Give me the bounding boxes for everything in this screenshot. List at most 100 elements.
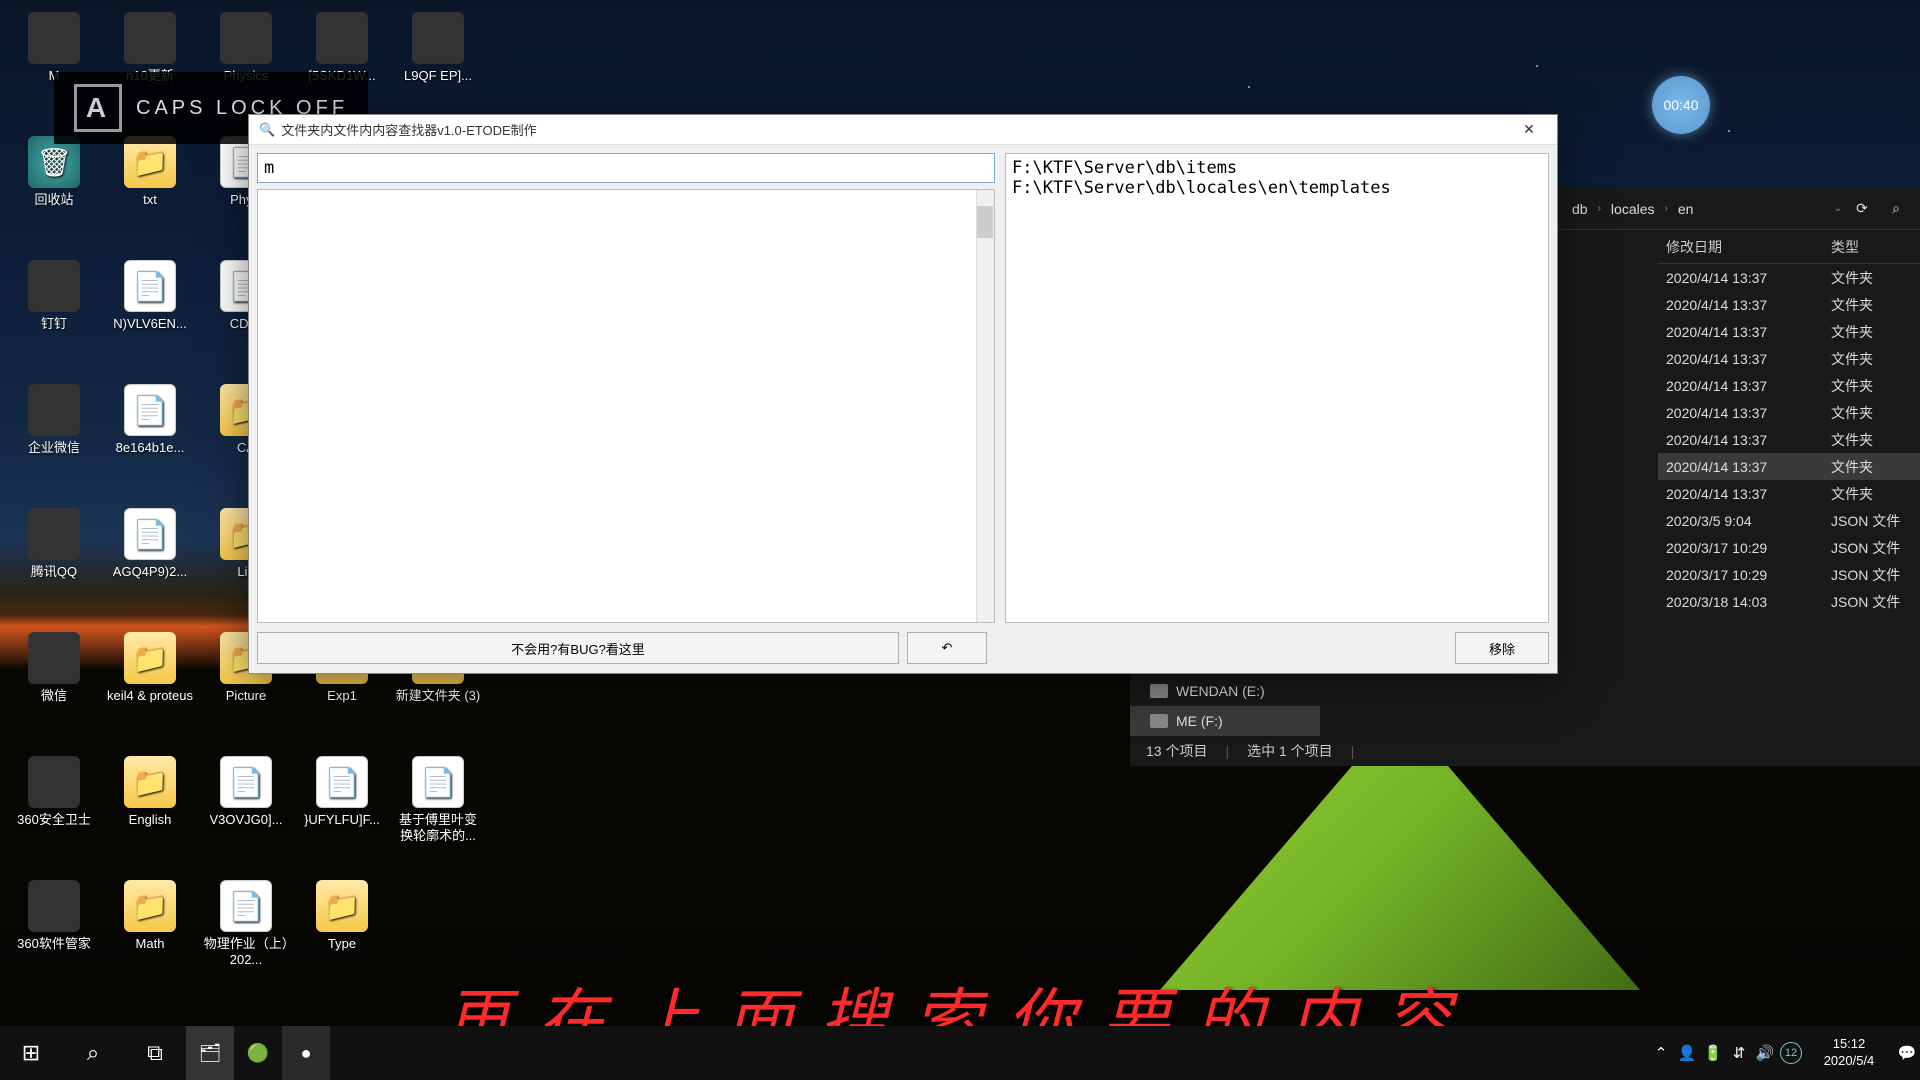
- tray-network-icon[interactable]: ⇵: [1726, 1026, 1752, 1080]
- folder-icon: 📁: [316, 880, 368, 932]
- clock-time: 15:12: [1804, 1036, 1894, 1053]
- column-header-type[interactable]: 类型: [1823, 230, 1920, 263]
- explorer-address-bar[interactable]: db › locales › en ⌄ ⟳ ⌕: [1558, 188, 1920, 230]
- search-input[interactable]: [257, 153, 995, 183]
- explorer-column-headers: 修改日期 类型: [1658, 230, 1920, 264]
- taskbar-app-360[interactable]: 🟢: [234, 1026, 282, 1080]
- breadcrumb-segment[interactable]: locales: [1607, 199, 1659, 219]
- breadcrumb-segment[interactable]: en: [1674, 199, 1698, 219]
- tray-volume-icon[interactable]: 🔊: [1752, 1026, 1778, 1080]
- desktop-icon[interactable]: 📄8e164b1e...: [102, 378, 198, 502]
- task-view-button[interactable]: ⧉: [124, 1026, 186, 1080]
- notification-center-icon[interactable]: 💬: [1894, 1026, 1920, 1080]
- desktop-icon[interactable]: 📄V3OVJG0]...: [198, 750, 294, 874]
- drive-label: WENDAN (E:): [1176, 683, 1265, 699]
- explorer-status-bar: 13 个项目 | 选中 1 个项目 |: [1130, 736, 1920, 766]
- table-row[interactable]: 2020/3/18 14:03JSON 文件: [1658, 588, 1920, 615]
- refresh-icon[interactable]: ⟳: [1848, 195, 1876, 223]
- table-row[interactable]: 2020/4/14 13:37文件夹: [1658, 318, 1920, 345]
- desktop-icon[interactable]: 腾讯QQ: [6, 502, 102, 626]
- help-button[interactable]: 不会用?有BUG?看这里: [257, 632, 899, 664]
- chevron-down-icon[interactable]: ⌄: [1834, 203, 1842, 214]
- desktop-icon[interactable]: 微信: [6, 626, 102, 750]
- dialog-titlebar[interactable]: 🔍 文件夹内文件内内容查找器v1.0-ETODE制作 ✕: [249, 115, 1557, 145]
- explorer-file-list: 2020/4/14 13:37文件夹2020/4/14 13:37文件夹2020…: [1658, 264, 1920, 615]
- desktop-icon[interactable]: 360软件管家: [6, 874, 102, 998]
- desktop-icon-label: 企业微信: [28, 440, 80, 456]
- desktop-icon-label: 基于傅里叶变换轮廓术的...: [393, 812, 483, 843]
- desktop-icon-label: 360软件管家: [17, 936, 91, 952]
- table-row[interactable]: 2020/3/17 10:29JSON 文件: [1658, 534, 1920, 561]
- tray-icon[interactable]: 👤: [1674, 1026, 1700, 1080]
- desktop-icon[interactable]: 📄基于傅里叶变换轮廓术的...: [390, 750, 486, 874]
- app-icon: [28, 508, 80, 560]
- folder-icon: 📁: [124, 756, 176, 808]
- desktop-icon[interactable]: 📄 }UFYLFU]F...: [294, 750, 390, 874]
- search-button[interactable]: ⌕: [62, 1026, 124, 1080]
- desktop-icon[interactable]: 📁Math: [102, 874, 198, 998]
- drive-label: ME (F:): [1176, 713, 1223, 729]
- taskbar-app-explorer[interactable]: 🗂: [186, 1026, 234, 1080]
- tray-badge[interactable]: 12: [1778, 1026, 1804, 1080]
- cell-type: JSON 文件: [1823, 561, 1920, 588]
- app-icon: [28, 12, 80, 64]
- close-button[interactable]: ✕: [1511, 115, 1547, 144]
- table-row[interactable]: 2020/4/14 13:37文件夹: [1658, 480, 1920, 507]
- column-header-date[interactable]: 修改日期: [1658, 230, 1823, 263]
- drive-item[interactable]: WENDAN (E:): [1130, 676, 1320, 706]
- table-row[interactable]: 2020/4/14 13:37文件夹: [1658, 453, 1920, 480]
- table-row[interactable]: 2020/4/14 13:37文件夹: [1658, 372, 1920, 399]
- start-button[interactable]: ⊞: [0, 1026, 62, 1080]
- taskbar-app-recorder[interactable]: ●: [282, 1026, 330, 1080]
- cell-type: JSON 文件: [1823, 507, 1920, 534]
- scrollbar-thumb[interactable]: [977, 206, 993, 238]
- status-selected-count: 选中 1 个项目: [1247, 741, 1333, 761]
- desktop-icon[interactable]: 📄AGQ4P9)2...: [102, 502, 198, 626]
- desktop-icon[interactable]: 📁Type: [294, 874, 390, 998]
- table-row[interactable]: 2020/4/14 13:37文件夹: [1658, 345, 1920, 372]
- file-icon: 📄: [316, 756, 368, 808]
- desktop-icon-label: 360安全卫士: [17, 812, 91, 828]
- desktop-icon[interactable]: 🗑回收站: [6, 130, 102, 254]
- cell-date: 2020/4/14 13:37: [1658, 399, 1823, 426]
- taskbar-clock[interactable]: 15:12 2020/5/4: [1804, 1036, 1894, 1070]
- app-icon: [316, 12, 368, 64]
- table-row[interactable]: 2020/4/14 13:37文件夹: [1658, 426, 1920, 453]
- status-item-count: 13 个项目: [1146, 741, 1207, 761]
- refresh-button[interactable]: ↶: [907, 632, 987, 664]
- search-dialog-window: 🔍 文件夹内文件内内容查找器v1.0-ETODE制作 ✕ F:\KTF\Serv…: [248, 114, 1558, 674]
- desktop-icon[interactable]: 📁English: [102, 750, 198, 874]
- desktop-icon[interactable]: 📄物理作业（上）202...: [198, 874, 294, 998]
- table-row[interactable]: 2020/3/5 9:04JSON 文件: [1658, 507, 1920, 534]
- table-row[interactable]: 2020/4/14 13:37文件夹: [1658, 399, 1920, 426]
- app-icon: [220, 12, 272, 64]
- desktop-icon[interactable]: 📄N)VLV6EN...: [102, 254, 198, 378]
- tray-battery-icon[interactable]: 🔋: [1700, 1026, 1726, 1080]
- breadcrumb-segment[interactable]: db: [1568, 199, 1592, 219]
- recording-timer[interactable]: 00:40: [1652, 76, 1710, 134]
- chevron-right-icon: ›: [1665, 203, 1668, 214]
- table-row[interactable]: 2020/4/14 13:37文件夹: [1658, 291, 1920, 318]
- desktop-icon-label: 8e164b1e...: [116, 440, 185, 456]
- search-icon[interactable]: ⌕: [1882, 195, 1910, 223]
- table-row[interactable]: 2020/4/14 13:37文件夹: [1658, 264, 1920, 291]
- cell-date: 2020/4/14 13:37: [1658, 426, 1823, 453]
- scrollbar[interactable]: [976, 190, 994, 622]
- desktop-icon[interactable]: 📁txt: [102, 130, 198, 254]
- desktop-icon-label: 新建文件夹 (3): [396, 688, 481, 704]
- desktop-icon[interactable]: 钉钉: [6, 254, 102, 378]
- desktop-icon[interactable]: 360安全卫士: [6, 750, 102, 874]
- table-row[interactable]: 2020/3/17 10:29JSON 文件: [1658, 561, 1920, 588]
- file-icon: 📄: [220, 756, 272, 808]
- drive-item[interactable]: ME (F:): [1130, 706, 1320, 736]
- desktop-icon-label: Picture: [226, 688, 266, 704]
- paths-list[interactable]: F:\KTF\Server\db\items F:\KTF\Server\db\…: [1005, 153, 1549, 623]
- desktop-icon-label: }UFYLFU]F...: [304, 812, 380, 828]
- desktop-icon[interactable]: 📁keil4 & proteus: [102, 626, 198, 750]
- desktop-icon[interactable]: 企业微信: [6, 378, 102, 502]
- search-results-area[interactable]: [257, 189, 995, 623]
- desktop-icon[interactable]: L9QF EP]...: [390, 6, 486, 130]
- cell-date: 2020/4/14 13:37: [1658, 372, 1823, 399]
- remove-button[interactable]: 移除: [1455, 632, 1549, 664]
- tray-chevron-up-icon[interactable]: ⌃: [1648, 1026, 1674, 1080]
